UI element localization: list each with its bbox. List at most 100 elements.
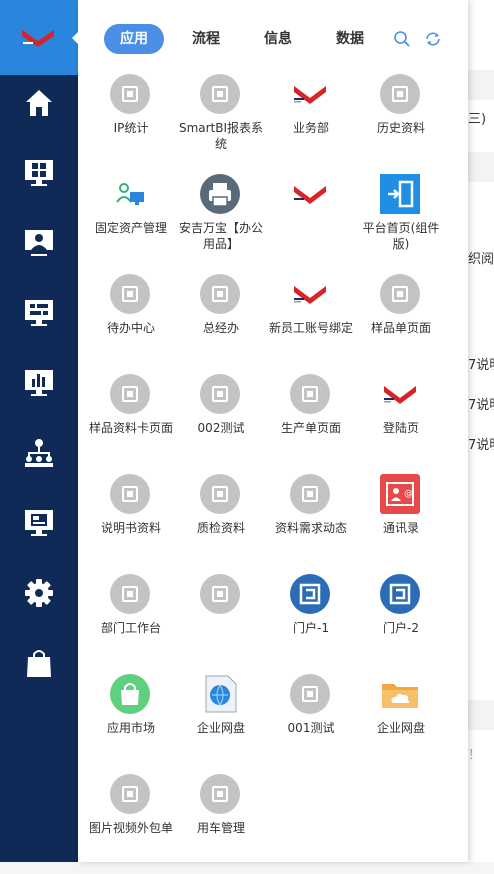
nav-shop[interactable] — [0, 630, 78, 700]
globe-doc-icon — [200, 674, 240, 714]
app-tile[interactable]: @ 通讯录 — [356, 474, 446, 574]
app-label: 企业网盘 — [376, 721, 425, 735]
grid-circle-icon — [110, 774, 150, 814]
bg-text: 织阅( — [468, 252, 494, 267]
app-tile[interactable]: 应用市场 — [86, 674, 176, 774]
nav-settings[interactable] — [0, 560, 78, 630]
app-label: 历史资料 — [376, 121, 425, 135]
app-tile[interactable]: 002测试 — [176, 374, 266, 474]
grid-circle-icon — [290, 674, 330, 714]
app-tile[interactable]: SmartBI报表系统 — [176, 74, 266, 174]
bg-text: 7说明 — [468, 358, 494, 373]
app-label: 应用市场 — [106, 721, 155, 735]
app-tile[interactable]: 固定资产管理 — [86, 174, 176, 274]
nav-org[interactable] — [0, 420, 78, 490]
user-monitor-icon — [25, 230, 53, 256]
nav-home[interactable] — [0, 70, 78, 140]
background-page: 三) 织阅( 7说明 7说明 7说明 ！ — [468, 0, 494, 862]
grid-circle-icon — [200, 774, 240, 814]
flow-monitor-icon — [25, 300, 53, 326]
app-tile[interactable]: 用车管理 — [176, 774, 266, 874]
app-label: 002测试 — [197, 421, 245, 435]
app-tile[interactable]: 登陆页 — [356, 374, 446, 474]
home-icon — [26, 90, 52, 116]
app-tile[interactable]: 门户-1 — [266, 574, 356, 674]
vanbow-logo-icon — [290, 274, 330, 314]
app-label: 通讯录 — [382, 521, 419, 535]
vanbow-logo-plain-icon — [290, 174, 330, 214]
tab-apps[interactable]: 应用 — [104, 24, 164, 54]
nav-user[interactable] — [0, 210, 78, 280]
app-tile[interactable]: 说明书资料 — [86, 474, 176, 574]
nav-document[interactable] — [0, 490, 78, 560]
cloud-folder-icon — [380, 674, 420, 714]
app-tile[interactable]: 样品单页面 — [356, 274, 446, 374]
grid-circle-icon — [110, 474, 150, 514]
app-tile[interactable]: 样品资料卡页面 — [86, 374, 176, 474]
refresh-icon[interactable] — [424, 30, 442, 48]
app-tile[interactable]: 部门工作台 — [86, 574, 176, 674]
app-tile[interactable]: 安吉万宝【办公用品】 — [176, 174, 266, 274]
app-tile[interactable]: 历史资料 — [356, 74, 446, 174]
nav-app-grid[interactable] — [0, 140, 78, 210]
app-label: 门户-2 — [383, 621, 419, 635]
app-tile[interactable]: 生产单页面 — [266, 374, 356, 474]
app-label: 固定资产管理 — [94, 221, 167, 235]
bg-text: 7说明 — [468, 438, 494, 453]
bg-text: 7说明 — [468, 398, 494, 413]
app-tile[interactable]: 企业网盘 — [176, 674, 266, 774]
tab-workflow[interactable]: 流程 — [178, 24, 234, 54]
app-tile[interactable] — [176, 574, 266, 674]
app-label: 平台首页(组件版) — [362, 221, 440, 251]
app-label: 新员工账号绑定 — [268, 321, 353, 335]
app-tile[interactable]: 质检资料 — [176, 474, 266, 574]
tab-info[interactable]: 信息 — [250, 24, 306, 54]
app-label: 样品资料卡页面 — [88, 421, 173, 435]
app-label: 待办中心 — [106, 321, 155, 335]
contacts-icon: @ — [380, 474, 420, 514]
app-tile[interactable]: IP统计 — [86, 74, 176, 174]
app-tile[interactable]: 总经办 — [176, 274, 266, 374]
app-tile[interactable]: 门户-2 — [356, 574, 446, 674]
vanbow-logo-icon — [22, 30, 54, 47]
grid-circle-icon — [110, 274, 150, 314]
nav-flow[interactable] — [0, 280, 78, 350]
app-label: 资料需求动态 — [274, 521, 347, 535]
app-tile[interactable]: 待办中心 — [86, 274, 176, 374]
app-tile[interactable]: 业务部 — [266, 74, 356, 174]
search-icon[interactable] — [393, 30, 411, 48]
brand-logo[interactable] — [0, 0, 78, 75]
app-tile[interactable] — [266, 174, 356, 274]
app-tile[interactable]: 企业网盘 — [356, 674, 446, 774]
gear-icon — [25, 579, 53, 607]
app-label: 用车管理 — [196, 821, 245, 835]
grid-circle-icon — [380, 74, 420, 114]
grid-circle-icon — [380, 274, 420, 314]
app-tile[interactable]: 001测试 — [266, 674, 356, 774]
app-tile[interactable]: 资料需求动态 — [266, 474, 356, 574]
bg-text: 三) — [468, 112, 487, 127]
app-tile[interactable]: 新员工账号绑定 — [266, 274, 356, 374]
grid-circle-icon — [290, 474, 330, 514]
app-label: IP统计 — [113, 121, 149, 135]
vanbow-logo-icon — [380, 374, 420, 414]
portal-icon — [290, 574, 330, 614]
app-label: 总经办 — [202, 321, 239, 335]
panel-tabs: 应用 流程 信息 数据 — [78, 24, 468, 54]
asset-icon — [110, 174, 150, 214]
app-launcher-panel: 应用 流程 信息 数据 IP统计 SmartBI报表系统 业务部 历史资料固定资产管理… — [72, 0, 468, 862]
app-tile[interactable]: 平台首页(组件版) — [356, 174, 446, 274]
left-nav-rail — [0, 0, 78, 862]
app-label: 生产单页面 — [280, 421, 341, 435]
portal-icon — [380, 574, 420, 614]
app-tile[interactable]: 图片视频外包单 — [86, 774, 176, 874]
grid-circle-icon — [200, 574, 240, 614]
app-label: SmartBI报表系统 — [178, 121, 264, 151]
app-label: 登陆页 — [382, 421, 419, 435]
app-label: 图片视频外包单 — [88, 821, 173, 835]
app-label: 门户-1 — [293, 621, 329, 635]
tab-data[interactable]: 数据 — [322, 24, 378, 54]
grid-circle-icon — [110, 74, 150, 114]
nav-chart[interactable] — [0, 350, 78, 420]
app-label: 001测试 — [287, 721, 335, 735]
